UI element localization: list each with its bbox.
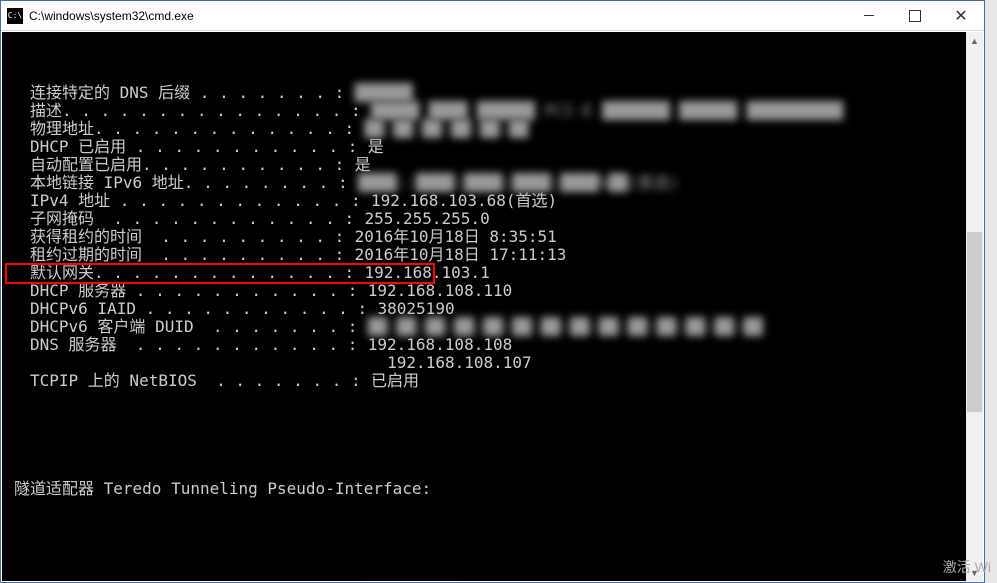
field-value: 是 xyxy=(368,138,384,156)
maximize-button[interactable] xyxy=(892,1,938,30)
field-value: █████ ████ ██████ PCI-E ███████ ██████ █… xyxy=(371,102,843,120)
titlebar[interactable]: C:\ C:\windows\system32\cmd.exe ✕ xyxy=(1,1,984,31)
field-value: 38025190 xyxy=(378,300,455,318)
field-label: DHCPv6 IAID . . . . . . . . . . . xyxy=(30,300,358,318)
field-value: 是 xyxy=(355,156,371,174)
output-line: 默认网关. . . . . . . . . . . . . : 192.168.… xyxy=(6,264,979,282)
field-label: 租约过期的时间 . . . . . . . . . xyxy=(30,246,335,264)
field-value: ████::████:████:████:████%██(首选) xyxy=(358,174,679,192)
field-value: 2016年10月18日 8:35:51 xyxy=(355,228,557,246)
field-label: 连接特定的 DNS 后缀 . . . . . . . xyxy=(30,84,335,102)
field-value: 192.168.108.108 xyxy=(368,336,513,354)
field-label xyxy=(30,354,367,372)
field-separator: : xyxy=(348,318,368,336)
window-title: C:\windows\system32\cmd.exe xyxy=(29,9,846,23)
field-separator: : xyxy=(348,138,368,156)
scroll-thumb[interactable] xyxy=(967,232,982,412)
output-line: 物理地址. . . . . . . . . . . . . : ██-██-██… xyxy=(6,120,979,138)
activation-watermark: 激活 Wi xyxy=(943,557,991,577)
field-separator: : xyxy=(335,246,355,264)
minimize-button[interactable] xyxy=(846,1,892,30)
output-line: IPv4 地址 . . . . . . . . . . . . : 192.16… xyxy=(6,192,979,210)
close-button[interactable]: ✕ xyxy=(938,1,984,30)
vertical-scrollbar[interactable]: ▲ ▼ xyxy=(966,32,983,581)
field-separator: : xyxy=(338,174,358,192)
field-label: TCPIP 上的 NetBIOS . . . . . . . xyxy=(30,372,351,390)
field-separator: : xyxy=(358,300,378,318)
cmd-window: C:\ C:\windows\system32\cmd.exe ✕ 连接特定的 … xyxy=(0,0,985,583)
output-line: 自动配置已启用. . . . . . . . . . : 是 xyxy=(6,156,979,174)
field-separator: : xyxy=(351,192,371,210)
cmd-icon: C:\ xyxy=(7,8,23,24)
output-line: 192.168.108.107 xyxy=(6,354,979,372)
output-line: 租约过期的时间 . . . . . . . . . : 2016年10月18日 … xyxy=(6,246,979,264)
field-value: 192.168.108.110 xyxy=(368,282,513,300)
window-controls: ✕ xyxy=(846,1,984,30)
field-separator: : xyxy=(335,228,355,246)
field-separator xyxy=(367,354,387,372)
scroll-up-arrow[interactable]: ▲ xyxy=(966,32,983,49)
field-value: 192.168.103.1 xyxy=(364,264,489,282)
output-line: 子网掩码 . . . . . . . . . . . . : 255.255.2… xyxy=(6,210,979,228)
field-separator: : xyxy=(344,120,364,138)
field-label: 描述. . . . . . . . . . . . . . . xyxy=(30,102,351,120)
field-label: 物理地址. . . . . . . . . . . . . xyxy=(30,120,344,138)
field-label: IPv4 地址 . . . . . . . . . . . . xyxy=(30,192,351,210)
field-separator: : xyxy=(335,156,355,174)
field-label: 本地链接 IPv6 地址. . . . . . . . xyxy=(30,174,338,192)
field-label: DHCP 服务器 . . . . . . . . . . . xyxy=(30,282,348,300)
field-label: 子网掩码 . . . . . . . . . . . . xyxy=(30,210,344,228)
section-header: 隧道适配器 Teredo Tunneling Pseudo-Interface: xyxy=(6,480,979,498)
field-label: DHCPv6 客户端 DUID . . . . . . . xyxy=(30,318,348,336)
field-value: 已启用 xyxy=(371,372,419,390)
field-separator: : xyxy=(344,210,364,228)
output-line: DHCPv6 客户端 DUID . . . . . . . : ██-██-██… xyxy=(6,318,979,336)
field-value: 192.168.108.107 xyxy=(387,354,532,372)
field-separator: : xyxy=(351,372,371,390)
output-line: DNS 服务器 . . . . . . . . . . . : 192.168.… xyxy=(6,336,979,354)
field-value: 255.255.255.0 xyxy=(364,210,489,228)
output-line: 连接特定的 DNS 后缀 . . . . . . . : ██████ xyxy=(6,84,979,102)
output-line: TCPIP 上的 NetBIOS . . . . . . . : 已启用 xyxy=(6,372,979,390)
field-separator: : xyxy=(335,84,355,102)
field-value: 192.168.103.68(首选) xyxy=(371,192,557,210)
output-line: 获得租约的时间 . . . . . . . . . : 2016年10月18日 … xyxy=(6,228,979,246)
output-line: DHCP 服务器 . . . . . . . . . . . : 192.168… xyxy=(6,282,979,300)
output-line: DHCPv6 IAID . . . . . . . . . . . : 3802… xyxy=(6,300,979,318)
output-line: DHCP 已启用 . . . . . . . . . . . : 是 xyxy=(6,138,979,156)
field-label: 获得租约的时间 . . . . . . . . . xyxy=(30,228,335,246)
field-label: 自动配置已启用. . . . . . . . . . xyxy=(30,156,335,174)
field-label: DHCP 已启用 . . . . . . . . . . . xyxy=(30,138,348,156)
field-label: DNS 服务器 . . . . . . . . . . . xyxy=(30,336,348,354)
field-label: 默认网关. . . . . . . . . . . . . xyxy=(30,264,344,282)
field-separator: : xyxy=(351,102,371,120)
field-separator: : xyxy=(348,282,368,300)
field-separator: : xyxy=(348,336,368,354)
field-value: ██-██-██-██-██-██ xyxy=(364,120,528,138)
output-line: 描述. . . . . . . . . . . . . . . : █████ … xyxy=(6,102,979,120)
field-value: ██████ xyxy=(355,84,413,102)
field-value: ██-██-██-██-██-██-██-██-██-██-██-██-██-█… xyxy=(368,318,763,336)
terminal-output[interactable]: 连接特定的 DNS 后缀 . . . . . . . : ██████描述. .… xyxy=(2,32,983,581)
field-value: 2016年10月18日 17:11:13 xyxy=(355,246,567,264)
output-line: 本地链接 IPv6 地址. . . . . . . . : ████::████… xyxy=(6,174,979,192)
field-separator: : xyxy=(344,264,364,282)
